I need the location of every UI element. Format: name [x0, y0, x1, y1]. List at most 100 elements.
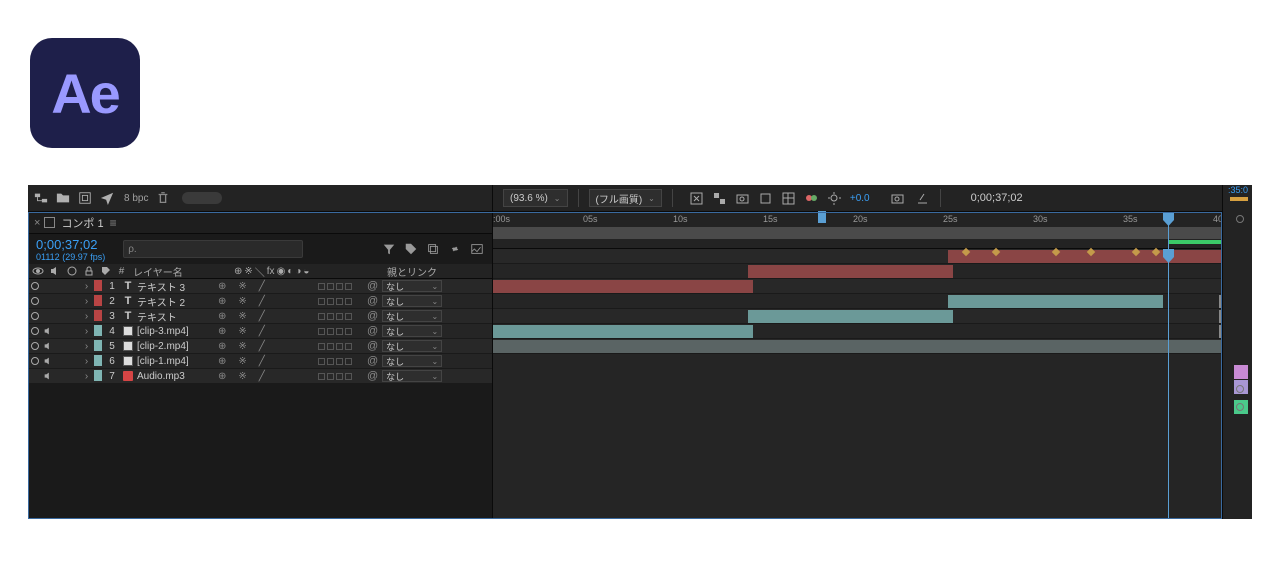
pickwhip-icon[interactable]: @ [367, 280, 378, 292]
composition-tab[interactable]: × コンポ 1 ≡ [28, 212, 492, 234]
side-circle-2[interactable] [1236, 385, 1244, 393]
transparency-grid-icon[interactable] [712, 191, 727, 206]
playhead[interactable] [1168, 212, 1169, 249]
trash-icon[interactable] [156, 191, 170, 205]
resolution-dropdown[interactable]: (フル画質)⌄ [589, 189, 662, 207]
send-icon[interactable] [100, 191, 114, 205]
visibility-toggle[interactable] [28, 294, 41, 308]
twirl-icon[interactable]: › [80, 339, 93, 353]
track-row[interactable] [493, 309, 1222, 324]
pickwhip-icon[interactable]: @ [367, 295, 378, 307]
layer-row[interactable]: ›7Audio.mp3⊕※╱@なし⌄ [28, 369, 492, 384]
visibility-toggle[interactable] [28, 279, 41, 293]
current-timecode[interactable]: 0;00;37;02 [36, 237, 105, 252]
layer-switches[interactable]: ⊕※╱ [214, 354, 316, 368]
layer-name[interactable]: テキスト 2 [135, 294, 214, 308]
side-circle-1[interactable] [1236, 215, 1244, 223]
label-color[interactable] [93, 309, 103, 323]
solo-toggle[interactable] [54, 354, 67, 368]
pickwhip-icon[interactable]: @ [367, 310, 378, 322]
work-area-bar[interactable] [493, 227, 1222, 239]
layer-name[interactable]: [clip-1.mp4] [135, 354, 214, 368]
layer-row[interactable]: ›4[clip-3.mp4]⊕※╱@なし⌄ [28, 324, 492, 339]
twirl-icon[interactable]: › [80, 294, 93, 308]
layer-switches[interactable]: ⊕※╱ [214, 369, 316, 383]
visibility-toggle[interactable] [28, 339, 41, 353]
speaker-header-icon[interactable] [49, 265, 61, 277]
layer-name[interactable]: テキスト [135, 309, 214, 323]
solo-toggle[interactable] [54, 339, 67, 353]
playhead[interactable] [1168, 249, 1169, 519]
layer-switches[interactable]: ⊕※╱ [214, 279, 316, 293]
channel-icon[interactable] [804, 191, 819, 206]
label-color[interactable] [93, 324, 103, 338]
parent-dropdown[interactable]: なし⌄ [382, 370, 442, 382]
grid-icon[interactable] [781, 191, 796, 206]
audio-toggle[interactable] [41, 309, 54, 323]
side-block-purple[interactable] [1234, 365, 1248, 379]
layer-row[interactable]: ›2Tテキスト 2⊕※╱@なし⌄ [28, 294, 492, 309]
audio-toggle[interactable] [41, 339, 54, 353]
layer-switches[interactable]: ⊕※╱ [214, 324, 316, 338]
playhead-head-icon[interactable] [1163, 212, 1174, 228]
layer-row[interactable]: ›6[clip-1.mp4]⊕※╱@なし⌄ [28, 354, 492, 369]
parent-dropdown[interactable]: なし⌄ [382, 325, 442, 337]
exposure-icon[interactable] [827, 191, 842, 206]
playhead-head-icon[interactable] [1163, 249, 1174, 265]
label-color[interactable] [93, 279, 103, 293]
pickwhip-icon[interactable]: @ [367, 340, 378, 352]
solo-toggle[interactable] [54, 369, 67, 383]
tracks-area[interactable] [493, 249, 1222, 519]
lock-toggle[interactable] [67, 279, 80, 293]
lock-toggle[interactable] [67, 309, 80, 323]
layer-name[interactable]: [clip-2.mp4] [135, 339, 214, 353]
stack-icon[interactable] [426, 242, 440, 256]
label-header-icon[interactable] [100, 265, 112, 277]
trackmatte-cells[interactable] [316, 309, 363, 323]
twirl-icon[interactable]: › [80, 369, 93, 383]
pickwhip-icon[interactable]: @ [367, 370, 378, 382]
twirl-icon[interactable]: › [80, 309, 93, 323]
clip-bar[interactable] [748, 265, 953, 278]
comp-icon[interactable] [78, 191, 92, 205]
layer-row[interactable]: ›1Tテキスト 3⊕※╱@なし⌄ [28, 279, 492, 294]
layer-name[interactable]: [clip-3.mp4] [135, 324, 214, 338]
layer-name[interactable]: Audio.mp3 [135, 369, 214, 383]
time-ruler[interactable]: :00s05s10s15s20s25s30s35s40s [493, 212, 1222, 249]
parent-dropdown[interactable]: なし⌄ [382, 295, 442, 307]
twirl-icon[interactable]: › [80, 279, 93, 293]
tab-menu-icon[interactable]: ≡ [110, 216, 117, 230]
folder-icon[interactable] [56, 191, 70, 205]
trackmatte-cells[interactable] [316, 294, 363, 308]
work-area-marker[interactable] [818, 211, 826, 223]
lock-toggle[interactable] [67, 324, 80, 338]
clip-bar[interactable] [493, 325, 753, 338]
trackmatte-cells[interactable] [316, 339, 363, 353]
filter-icon[interactable] [382, 242, 396, 256]
solo-toggle[interactable] [54, 309, 67, 323]
link-icon[interactable] [448, 242, 462, 256]
viewer-timecode[interactable]: 0;00;37;02 [971, 192, 1023, 204]
solo-header-icon[interactable] [66, 265, 78, 277]
twirl-icon[interactable]: › [80, 354, 93, 368]
trackmatte-cells[interactable] [316, 369, 363, 383]
snapshot-icon[interactable] [890, 191, 905, 206]
lock-toggle[interactable] [67, 294, 80, 308]
track-row[interactable] [493, 279, 1222, 294]
track-row[interactable] [493, 339, 1222, 354]
tag-icon[interactable] [404, 242, 418, 256]
pickwhip-icon[interactable]: @ [367, 355, 378, 367]
label-color[interactable] [93, 294, 103, 308]
audio-toggle[interactable] [41, 324, 54, 338]
solo-toggle[interactable] [54, 324, 67, 338]
clip-bar[interactable] [748, 310, 953, 323]
mask-icon[interactable] [735, 191, 750, 206]
audio-toggle[interactable] [41, 294, 54, 308]
lock-toggle[interactable] [67, 354, 80, 368]
lock-toggle[interactable] [67, 339, 80, 353]
label-color[interactable] [93, 354, 103, 368]
search-input[interactable]: ρ. [123, 240, 303, 258]
lock-header-icon[interactable] [83, 265, 95, 277]
parent-dropdown[interactable]: なし⌄ [382, 280, 442, 292]
audio-toggle[interactable] [41, 279, 54, 293]
